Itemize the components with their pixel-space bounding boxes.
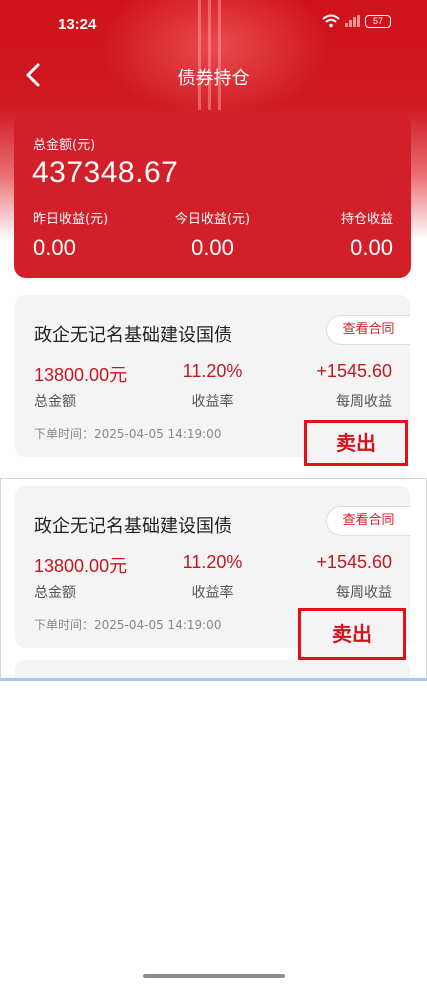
bond-name: 政企无记名基础建设国债 xyxy=(34,516,232,537)
battery-icon: 57 xyxy=(365,14,391,28)
wifi-icon xyxy=(322,14,340,28)
sell-button-label: 卖出 xyxy=(332,622,372,646)
holding-card: 政企无记名基础建设国债 查看合同 13800.00元 11.20% +1545.… xyxy=(15,295,410,466)
home-indicator[interactable] xyxy=(143,974,285,978)
weekly-income-label: 每周收益 xyxy=(336,394,392,410)
weekly-income: +1545.60 xyxy=(316,552,392,572)
signal-icon xyxy=(345,15,360,27)
order-time: 下单时间：2025-04-05 14:19:00 xyxy=(34,618,222,632)
order-time: 下单时间：2025-04-05 14:19:00 xyxy=(34,427,222,441)
screen: 13:24 57 债券持仓 总金额(元) 437348.67 昨日收益(元) 0… xyxy=(0,0,427,988)
holding-income-label: 持仓收益 xyxy=(340,212,393,227)
weekly-income: +1545.60 xyxy=(316,361,392,381)
status-time: 13:24 xyxy=(58,16,97,33)
weekly-income-label: 每周收益 xyxy=(336,585,392,601)
holding-income-value: 0.00 xyxy=(350,235,393,260)
holding-income: 持仓收益 0.00 xyxy=(341,208,393,261)
view-contract-button[interactable]: 查看合同 xyxy=(326,315,410,345)
status-bar: 13:24 57 xyxy=(0,0,427,48)
screenshot-divider xyxy=(0,678,427,681)
view-contract-button[interactable]: 查看合同 xyxy=(326,506,410,536)
sell-button-label: 卖出 xyxy=(336,431,376,455)
status-icons: 57 xyxy=(322,14,391,28)
next-card-peek xyxy=(15,660,410,678)
sell-button[interactable]: 卖出 xyxy=(304,420,408,466)
summary-card: 总金额(元) 437348.67 昨日收益(元) 0.00 今日收益(元) 0.… xyxy=(14,112,411,278)
today-income-label: 今日收益(元) xyxy=(174,212,251,227)
holding-card: 政企无记名基础建设国债 查看合同 13800.00元 11.20% +1545.… xyxy=(15,486,410,660)
page-title: 债券持仓 xyxy=(177,68,250,89)
total-amount-value: 437348.67 xyxy=(32,156,179,189)
total-amount-label: 总金额(元) xyxy=(33,138,96,153)
bond-name: 政企无记名基础建设国债 xyxy=(34,325,232,346)
sell-button[interactable]: 卖出 xyxy=(298,608,406,660)
nav-bar: 债券持仓 xyxy=(0,48,427,104)
